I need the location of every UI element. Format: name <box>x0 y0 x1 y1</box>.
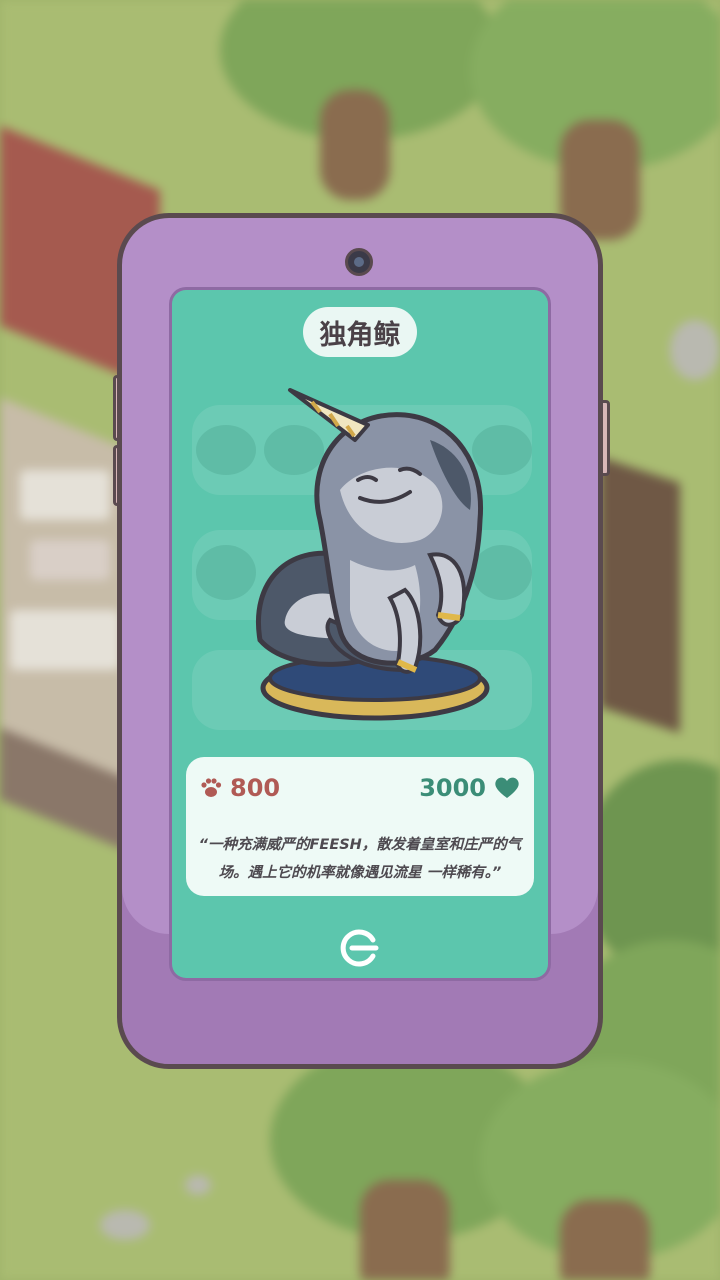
creature-description: “一种充满威严的FEESH，散发着皇室和庄严的气场。遇上它的机率就像遇见流星 一… <box>198 837 522 881</box>
info-card: 800 3000 “一种充满威严的FEESH，散发着皇室和庄严的气场。遇上它的机… <box>186 757 534 896</box>
paw-icon <box>201 778 222 797</box>
heart-icon <box>495 777 519 798</box>
cost-stat: 800 <box>200 773 280 803</box>
cost-value: 800 <box>230 774 281 802</box>
creature-name: 独角鲸 <box>303 307 417 357</box>
exit-icon[interactable] <box>340 928 380 968</box>
camera-icon <box>345 248 373 276</box>
heart-value: 3000 <box>419 774 486 802</box>
value-stat: 3000 <box>419 773 520 803</box>
narwhal-illustration <box>256 388 490 721</box>
